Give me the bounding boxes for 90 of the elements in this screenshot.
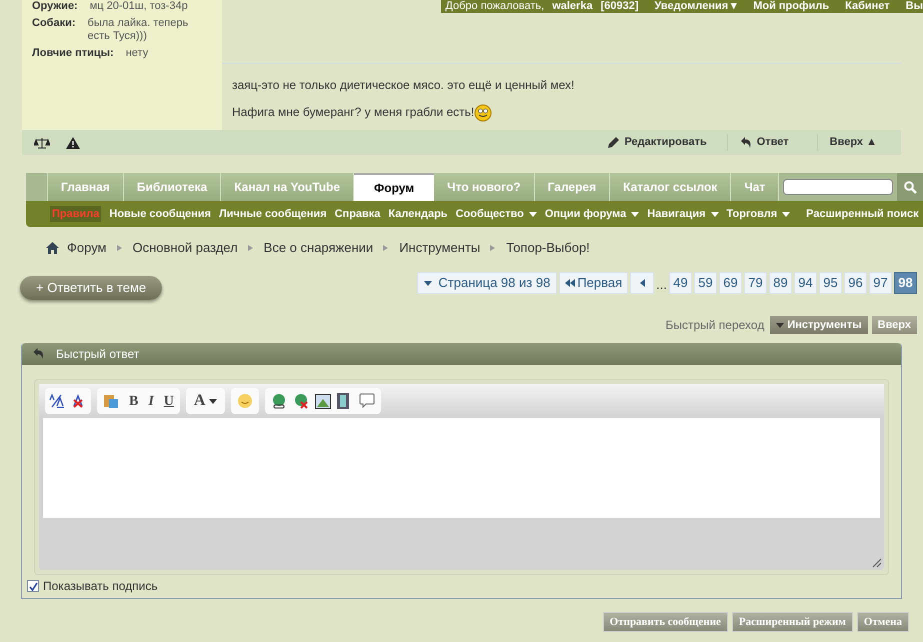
profile-value: была лайка. теперь есть Туся))) <box>88 17 190 43</box>
profile-label: Собаки: <box>32 17 76 30</box>
breadcrumb-link[interactable]: Все о снаряжении <box>264 238 374 258</box>
underline-button[interactable]: U <box>164 390 174 412</box>
double-left-icon <box>565 279 576 287</box>
submenu-link[interactable]: Справка <box>334 206 380 222</box>
speech-bubble-icon[interactable] <box>359 393 376 409</box>
breadcrumb-link[interactable]: Основной раздел <box>132 238 238 258</box>
smiley-icon[interactable] <box>237 393 254 409</box>
nav-tab[interactable]: Форум <box>354 173 434 201</box>
caret-icon <box>710 212 718 216</box>
greeting-text: Добро пожаловать, <box>445 0 544 13</box>
search-field[interactable] <box>783 179 893 195</box>
message-text: заяц-это не только диетическое мясо. это ещё и ценный мех! <box>232 77 576 94</box>
page-button[interactable]: 97 <box>869 272 892 294</box>
image-icon[interactable] <box>315 394 332 408</box>
page-button[interactable]: 69 <box>719 272 742 294</box>
search-icon <box>904 180 916 194</box>
form-button[interactable]: Отправить сообщение <box>602 612 728 632</box>
profile-value: нету <box>126 47 150 60</box>
top-link[interactable]: Вверх ▲ <box>816 134 889 151</box>
search-button[interactable] <box>897 173 923 201</box>
caret-icon <box>782 212 790 216</box>
submenu-link[interactable]: Личные сообщения <box>218 206 327 222</box>
page-button[interactable]: 96 <box>844 272 867 294</box>
breadcrumb-link[interactable]: Форум <box>67 238 106 258</box>
breadcrumb-link[interactable]: Инструменты <box>399 238 480 258</box>
page-button[interactable]: 89 <box>769 272 792 294</box>
submenu-link[interactable]: Сообщество <box>456 206 537 222</box>
resize-handle-icon[interactable] <box>872 558 882 568</box>
profile-value: мц 20-01ш, тоз-34р <box>90 0 189 13</box>
user-link[interactable]: Мой профиль <box>753 0 830 13</box>
signature-label: Показывать подпись <box>43 578 158 595</box>
submenu-link[interactable]: Торговля <box>726 206 790 222</box>
caret-icon <box>424 280 432 286</box>
reply-arrow-icon <box>740 136 753 148</box>
form-button[interactable]: Отмена <box>856 612 909 632</box>
caret-icon <box>209 398 218 404</box>
reply-arrow-icon <box>32 348 46 360</box>
page-button[interactable]: 95 <box>819 272 842 294</box>
scales-icon[interactable] <box>34 136 50 148</box>
page-ellipsis: ... <box>656 276 667 294</box>
smiley-icon <box>474 102 492 122</box>
unlink-icon[interactable] <box>293 393 310 409</box>
italic-button[interactable]: I <box>148 390 154 412</box>
page-button[interactable]: 59 <box>694 272 717 294</box>
page-button[interactable]: 49 <box>669 272 692 294</box>
font-size-icon[interactable] <box>49 394 65 408</box>
previous-page-button[interactable] <box>630 272 654 294</box>
caret-icon <box>631 212 640 216</box>
advanced-search-link[interactable]: Расширенный поиск <box>806 206 919 222</box>
reply-thread-button[interactable]: + Ответить в теме <box>20 276 162 300</box>
paste-icon[interactable] <box>103 393 119 409</box>
link-icon[interactable] <box>271 393 288 409</box>
reply-button[interactable]: Ответ <box>726 134 801 151</box>
user-link[interactable]: Кабинет <box>845 0 890 13</box>
username-link[interactable]: walerka <box>552 0 593 13</box>
form-button[interactable]: Расширенный режим <box>732 612 853 632</box>
bold-button[interactable]: B <box>129 390 138 412</box>
page-button[interactable]: 79 <box>744 272 767 294</box>
left-triangle-icon <box>640 279 645 287</box>
profile-label: Ловчие птицы: <box>32 47 114 60</box>
first-page-button[interactable]: Первая <box>559 272 628 294</box>
warning-icon[interactable] <box>66 136 80 148</box>
arrow-icon <box>114 243 124 253</box>
film-icon[interactable] <box>337 393 350 409</box>
top-button[interactable]: Вверх <box>872 316 917 334</box>
caret-icon <box>776 322 784 328</box>
user-link[interactable]: Вы <box>906 0 923 13</box>
tools-button[interactable]: Инструменты <box>770 316 868 334</box>
submenu-link[interactable]: Календарь <box>388 206 448 222</box>
submenu-link[interactable]: Опции форума <box>544 206 640 222</box>
page-select-button[interactable]: Страница 98 из 98 <box>417 272 558 294</box>
page-button[interactable]: 94 <box>794 272 817 294</box>
message-text: Нафига мне бумеранг? у меня грабли есть! <box>232 104 474 121</box>
page-button[interactable]: 98 <box>894 272 917 294</box>
panel-title: Быстрый ответ <box>56 346 140 363</box>
pencil-icon <box>607 136 620 149</box>
caret-icon <box>528 212 537 216</box>
user-id: [60932] <box>600 0 638 13</box>
home-icon[interactable] <box>46 242 59 254</box>
edit-button[interactable]: Редактировать <box>595 134 719 151</box>
submenu-link[interactable]: Навигация <box>647 206 718 222</box>
submenu-link[interactable]: Новые сообщения <box>109 206 211 222</box>
quick-nav-label: Быстрый переход <box>665 317 764 334</box>
signature-checkbox[interactable] <box>27 580 39 592</box>
profile-label: Оружие: <box>32 0 78 13</box>
checkmark-icon <box>28 582 38 590</box>
user-link[interactable]: Уведомления ▾ <box>654 0 738 13</box>
breadcrumb-link[interactable]: Топор-Выбор! <box>506 238 590 258</box>
